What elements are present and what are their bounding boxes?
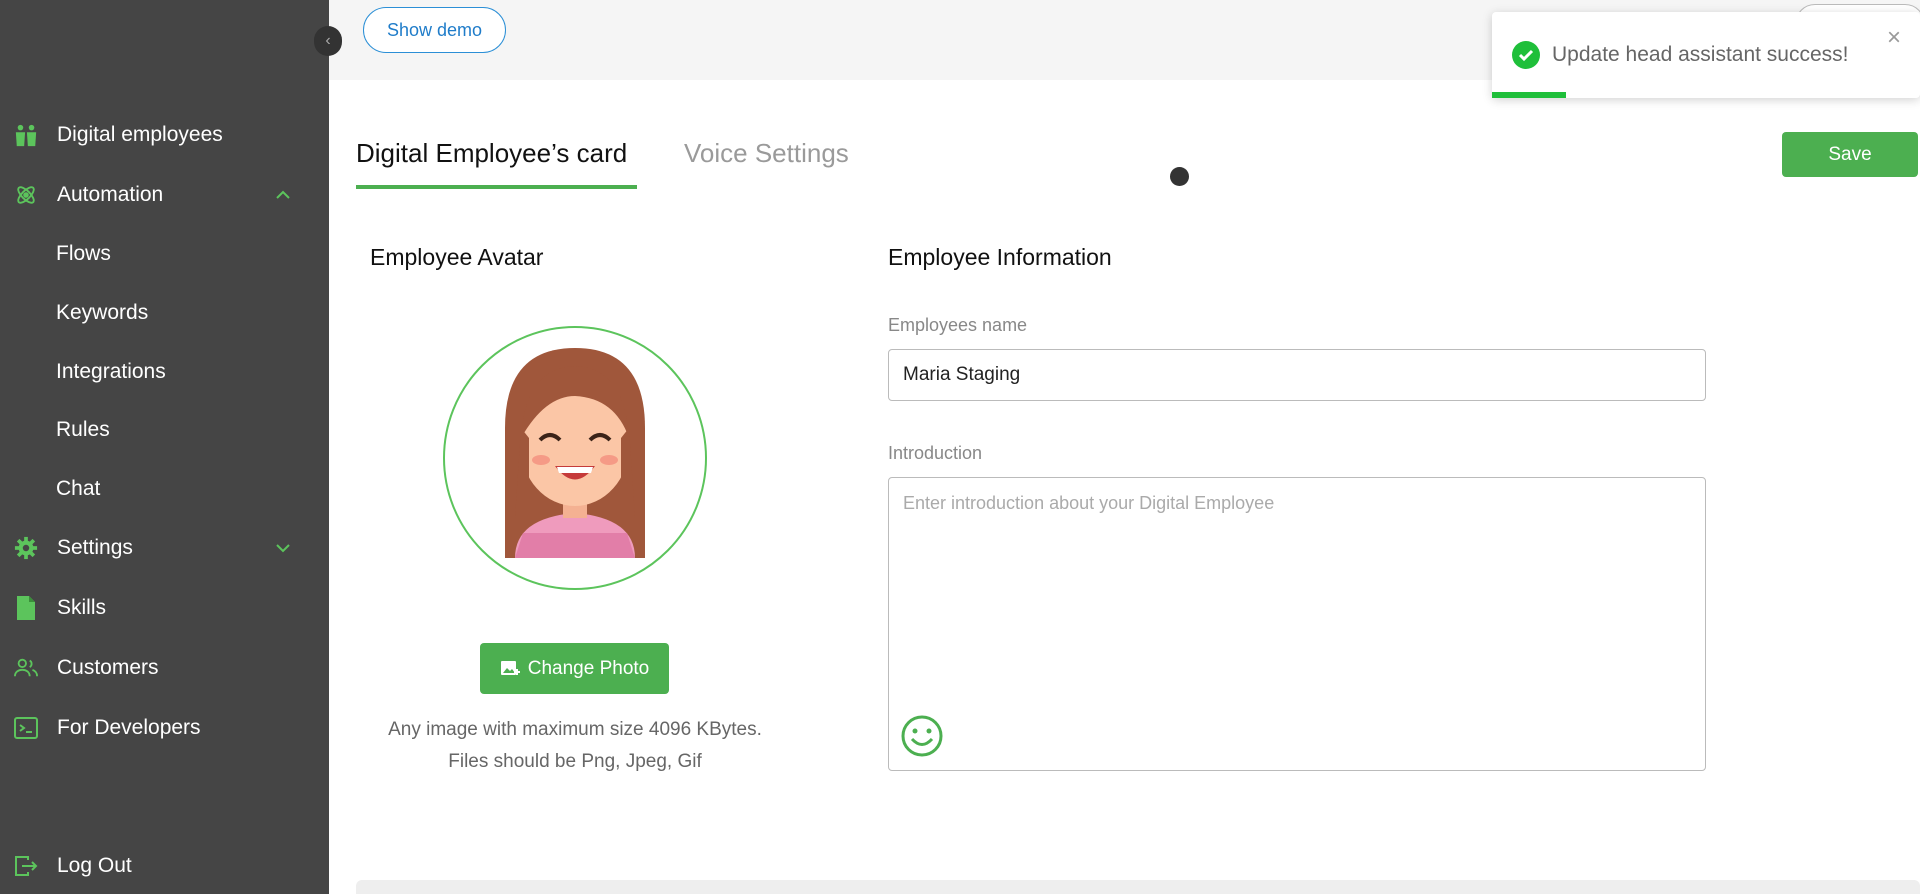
sidebar-item-settings[interactable]: Settings <box>0 526 329 570</box>
avatar <box>443 326 707 590</box>
atom-icon <box>14 183 38 207</box>
sidebar-item-customers[interactable]: Customers <box>0 646 329 690</box>
sidebar-item-integrations[interactable]: Integrations <box>0 350 329 394</box>
sidebar: Digital employees Automation Flows Keywo… <box>0 0 329 894</box>
sidebar-item-label: Automation <box>57 183 164 206</box>
close-icon[interactable]: × <box>1887 26 1901 50</box>
tab-voice-settings[interactable]: Voice Settings <box>684 138 849 169</box>
upload-hint-size: Any image with maximum size 4096 KBytes. <box>388 719 762 740</box>
chevron-down-icon <box>276 544 290 553</box>
sidebar-item-label: Chat <box>56 477 101 500</box>
gear-icon <box>14 536 38 560</box>
document-icon <box>14 596 38 620</box>
terminal-icon <box>14 716 38 740</box>
sidebar-item-label: Keywords <box>56 301 149 324</box>
sidebar-item-for-developers[interactable]: For Developers <box>0 706 329 750</box>
employee-name-field[interactable] <box>888 349 1706 401</box>
logout-icon <box>14 854 38 878</box>
show-demo-button[interactable]: Show demo <box>363 7 506 53</box>
logout-label: Log Out <box>57 854 132 877</box>
upload-hint-formats: Files should be Png, Jpeg, Gif <box>448 751 702 772</box>
sidebar-item-label: Skills <box>57 596 107 619</box>
sidebar-item-label: Flows <box>56 242 111 265</box>
sidebar-item-label: Settings <box>57 536 133 559</box>
change-photo-label: Change Photo <box>527 657 650 679</box>
people-icon <box>14 123 38 147</box>
sidebar-item-label: Digital employees <box>57 123 223 146</box>
sidebar-item-label: Customers <box>57 656 159 679</box>
sidebar-collapse-button[interactable]: ‹ <box>314 26 342 56</box>
toast-progress-bar <box>1492 92 1566 98</box>
sidebar-item-flows[interactable]: Flows <box>0 232 329 276</box>
sidebar-item-rules[interactable]: Rules <box>0 408 329 452</box>
avatar-section-title: Employee Avatar <box>370 244 544 270</box>
success-toast: Update head assistant success! × <box>1492 12 1920 98</box>
employee-avatar-image <box>505 348 645 558</box>
sidebar-item-digital-employees[interactable]: Digital employees <box>0 113 329 157</box>
check-circle-icon <box>1512 41 1540 69</box>
introduction-field[interactable] <box>888 477 1706 771</box>
introduction-label: Introduction <box>888 443 983 463</box>
save-button[interactable]: Save <box>1782 132 1918 177</box>
active-tab-indicator <box>356 185 637 189</box>
toast-message: Update head assistant success! <box>1552 43 1849 66</box>
mouse-cursor-dot <box>1170 167 1189 186</box>
sidebar-item-label: For Developers <box>57 716 201 739</box>
emoji-icon[interactable] <box>900 714 944 758</box>
sidebar-item-keywords[interactable]: Keywords <box>0 291 329 335</box>
tab-digital-employees-card[interactable]: Digital Employee’s card <box>356 138 627 169</box>
logout-button[interactable]: Log Out <box>0 844 329 888</box>
sidebar-item-label: Integrations <box>56 360 166 383</box>
add-photo-icon <box>500 660 520 675</box>
sidebar-item-automation[interactable]: Automation <box>0 173 329 217</box>
sidebar-item-chat[interactable]: Chat <box>0 467 329 511</box>
info-section-title: Employee Information <box>888 244 1112 270</box>
customers-icon <box>14 656 38 680</box>
sidebar-item-skills[interactable]: Skills <box>0 586 329 630</box>
employee-name-label: Employees name <box>888 315 1028 335</box>
sidebar-item-label: Rules <box>56 418 110 441</box>
bottom-panel-edge <box>356 880 1920 894</box>
chevron-up-icon <box>276 190 290 199</box>
change-photo-button[interactable]: Change Photo <box>480 643 669 694</box>
